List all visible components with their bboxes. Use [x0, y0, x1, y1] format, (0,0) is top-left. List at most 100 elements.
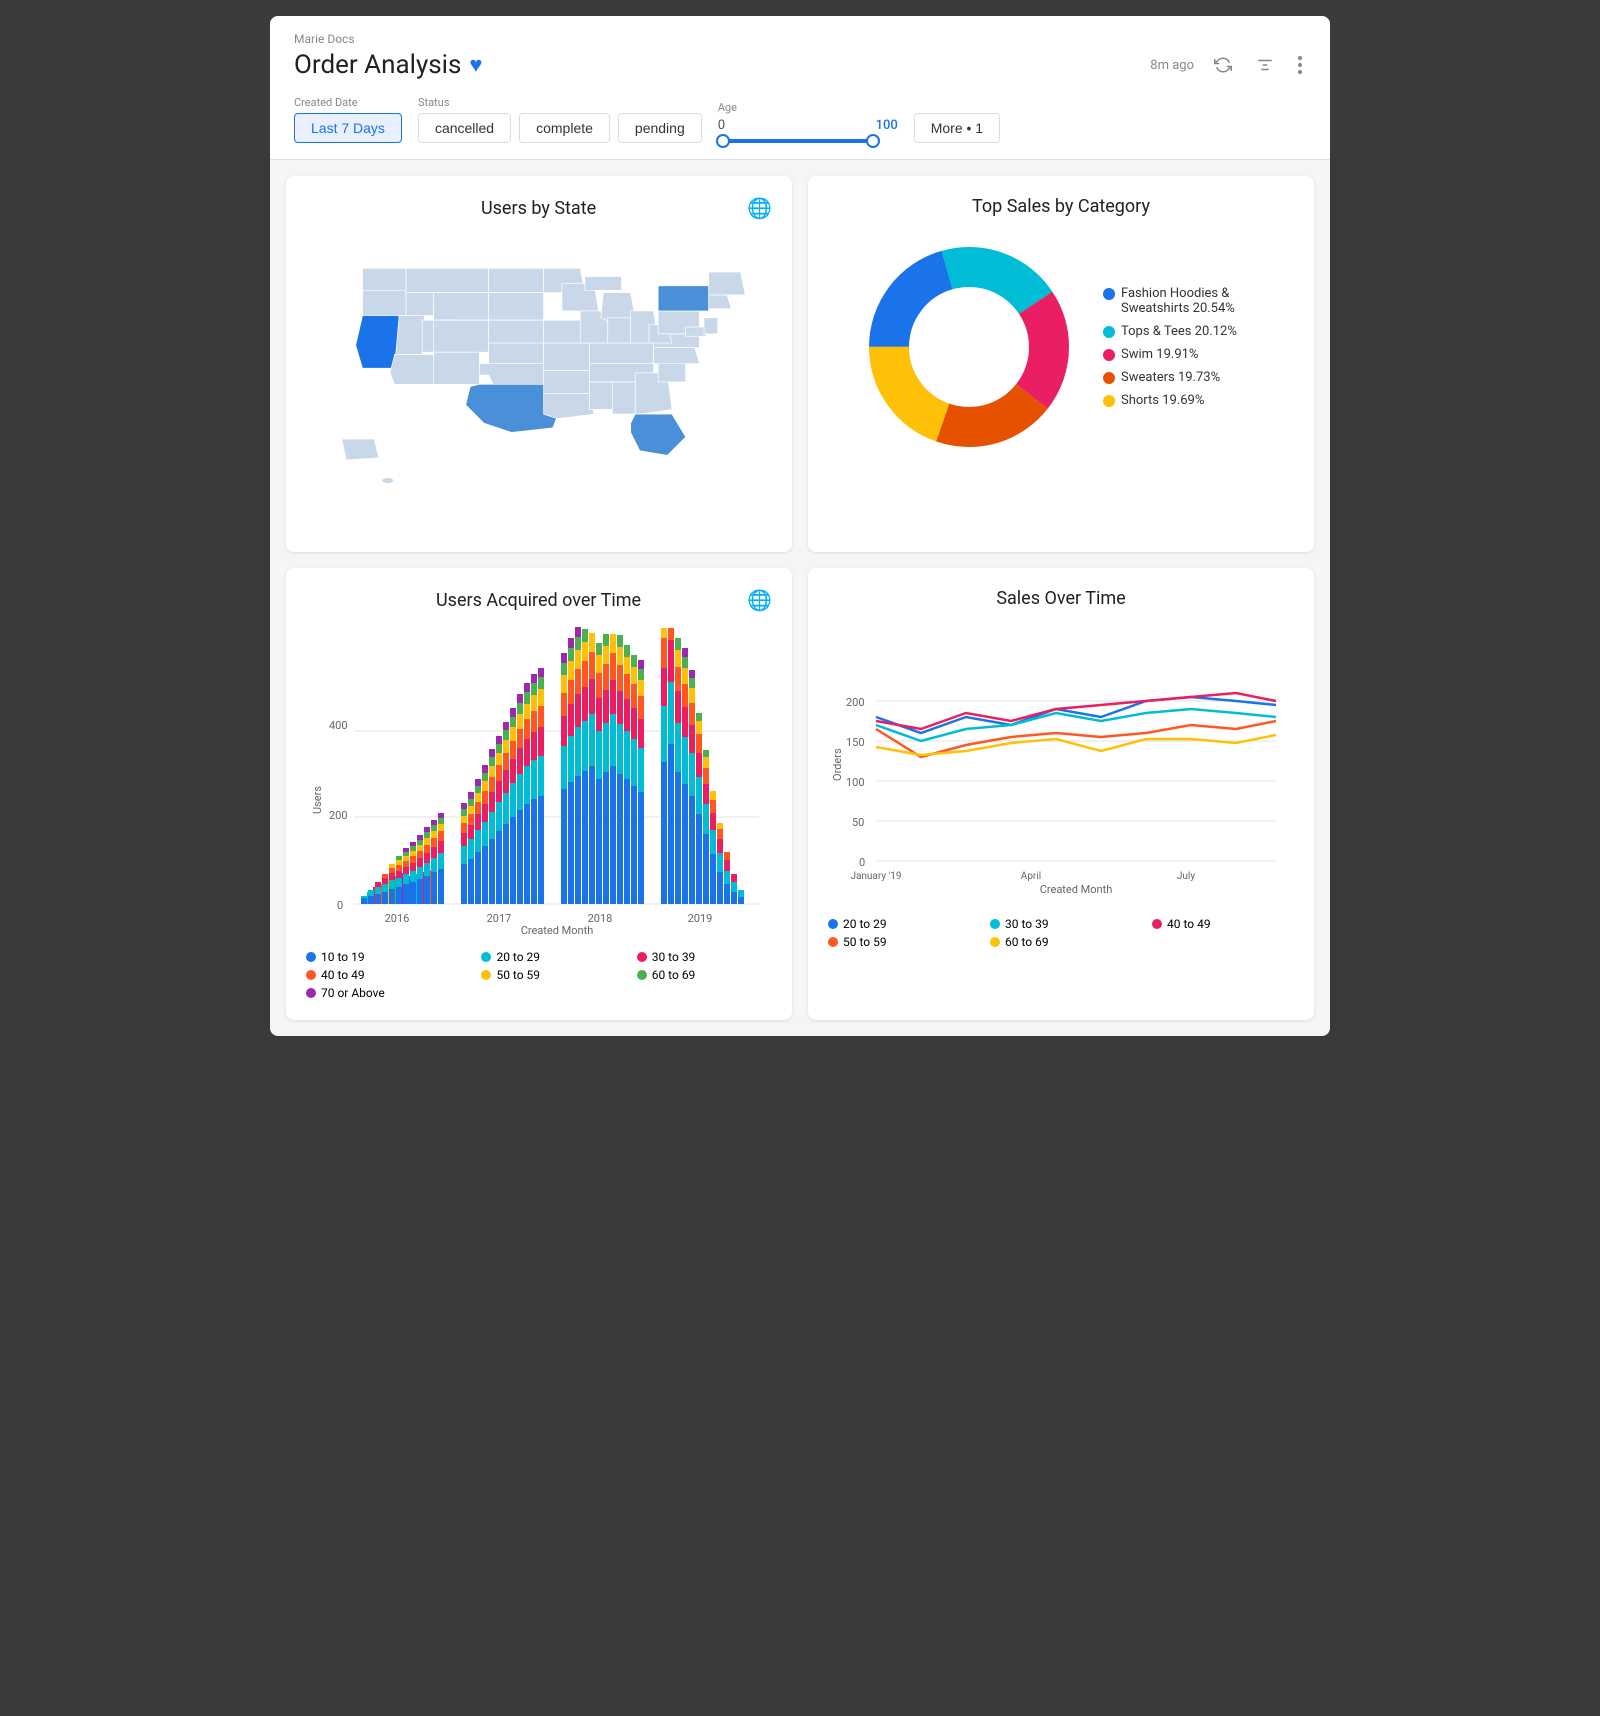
age-values: 0 100: [718, 118, 898, 133]
svg-text:0: 0: [859, 856, 865, 869]
svg-text:Created Month: Created Month: [1040, 883, 1113, 896]
line-legend-30-39-dot: [990, 919, 1000, 929]
bar-chart: 0 200 400 Users: [306, 624, 772, 934]
legend-10-19-dot: [306, 952, 316, 962]
legend-20-29: 20 to 29: [481, 950, 616, 964]
users-by-state-card: Users by State 🌐: [286, 176, 792, 552]
users-over-time-title-row: Users Acquired over Time 🌐: [306, 588, 772, 612]
age-min: 0: [718, 118, 725, 133]
line-legend-20-29: 20 to 29: [828, 917, 970, 931]
legend-40-49-label: 40 to 49: [321, 968, 365, 982]
svg-text:200: 200: [329, 809, 348, 822]
svg-text:150: 150: [846, 736, 865, 749]
status-filter-group: Status cancelled complete pending: [418, 96, 702, 143]
line-legend-60-69-dot: [990, 937, 1000, 947]
legend-60-69-dot: [637, 970, 647, 980]
legend-60-69: 60 to 69: [637, 968, 772, 982]
tops-dot: [1103, 326, 1115, 338]
age-filter-group: Age 0 100: [718, 101, 898, 143]
svg-text:100: 100: [846, 776, 865, 789]
status-label: Status: [418, 96, 702, 109]
line-legend-50-59: 50 to 59: [828, 935, 970, 949]
legend-swim: Swim 19.91%: [1103, 347, 1263, 362]
filter-button[interactable]: [1252, 52, 1278, 78]
last-7-days-chip[interactable]: Last 7 Days: [294, 113, 402, 143]
cancelled-chip[interactable]: cancelled: [418, 113, 511, 143]
svg-text:200: 200: [846, 696, 865, 709]
date-label: Created Date: [294, 96, 402, 109]
tops-label: Tops & Tees 20.12%: [1121, 324, 1237, 339]
svg-text:2016: 2016: [385, 912, 410, 925]
svg-text:January '19: January '19: [850, 871, 901, 882]
globe-icon: 🌐: [747, 196, 772, 220]
age-slider-left-thumb[interactable]: [716, 134, 730, 148]
sales-over-time-title-row: Sales Over Time: [828, 588, 1294, 609]
legend-50-59-label: 50 to 59: [496, 968, 540, 982]
legend-30-39-dot: [637, 952, 647, 962]
legend-tops: Tops & Tees 20.12%: [1103, 324, 1263, 339]
age-slider-right-thumb[interactable]: [866, 134, 880, 148]
heart-icon[interactable]: ♥: [469, 52, 482, 78]
users-over-time-card: Users Acquired over Time 🌐 0 200 400 Use…: [286, 568, 792, 1020]
line-legend-60-69-label: 60 to 69: [1005, 935, 1049, 949]
line-legend-40-49-dot: [1152, 919, 1162, 929]
legend-40-49: 40 to 49: [306, 968, 461, 982]
bar-chart-legend: 10 to 19 20 to 29 30 to 39 40 to 49 50 t…: [306, 950, 772, 1000]
age-max: 100: [876, 118, 898, 133]
legend-10-19: 10 to 19: [306, 950, 461, 964]
breadcrumb: Marie Docs: [294, 32, 1306, 46]
top-sales-card: Top Sales by Category: [808, 176, 1314, 552]
top-sales-title-row: Top Sales by Category: [828, 196, 1294, 217]
svg-text:50: 50: [852, 816, 864, 829]
dashboard-container: Marie Docs Order Analysis ♥ 8m ago: [270, 16, 1330, 1036]
svg-text:400: 400: [329, 719, 348, 732]
legend-40-49-dot: [306, 970, 316, 980]
legend-70-above-label: 70 or Above: [321, 986, 385, 1000]
date-filter-group: Created Date Last 7 Days: [294, 96, 402, 143]
legend-sweaters: Sweaters 19.73%: [1103, 370, 1263, 385]
timestamp: 8m ago: [1150, 58, 1194, 73]
users-by-state-title: Users by State: [330, 198, 747, 219]
more-options-button[interactable]: [1294, 52, 1306, 78]
sales-over-time-card: Sales Over Time 0 50 100 150 200 Orders: [808, 568, 1314, 1020]
refresh-button[interactable]: [1210, 52, 1236, 78]
age-label: Age: [718, 101, 898, 114]
legend-30-39: 30 to 39: [637, 950, 772, 964]
line-legend-40-49-label: 40 to 49: [1167, 917, 1211, 931]
legend-shorts: Shorts 19.69%: [1103, 393, 1263, 408]
pending-chip[interactable]: pending: [618, 113, 702, 143]
line-chart-legend: 20 to 29 30 to 39 40 to 49 50 to 59 60 t…: [828, 917, 1294, 949]
shorts-dot: [1103, 395, 1115, 407]
users-by-state-title-row: Users by State 🌐: [306, 196, 772, 220]
line-legend-30-39-label: 30 to 39: [1005, 917, 1049, 931]
legend-50-59: 50 to 59: [481, 968, 616, 982]
charts-grid: Users by State 🌐: [270, 160, 1330, 1036]
swim-label: Swim 19.91%: [1121, 347, 1198, 362]
svg-text:Users: Users: [311, 786, 324, 814]
line-legend-50-59-dot: [828, 937, 838, 947]
legend-50-59-dot: [481, 970, 491, 980]
legend-60-69-label: 60 to 69: [652, 968, 696, 982]
age-slider[interactable]: [718, 139, 878, 143]
legend-10-19-label: 10 to 19: [321, 950, 365, 964]
line-legend-60-69: 60 to 69: [990, 935, 1132, 949]
line-legend-20-29-dot: [828, 919, 838, 929]
date-chips: Last 7 Days: [294, 113, 402, 143]
line-legend-20-29-label: 20 to 29: [843, 917, 887, 931]
globe-icon-2: 🌐: [747, 588, 772, 612]
header: Marie Docs Order Analysis ♥ 8m ago: [270, 16, 1330, 160]
title-row: Order Analysis ♥ 8m ago: [294, 50, 1306, 80]
complete-chip[interactable]: complete: [519, 113, 610, 143]
sweaters-label: Sweaters 19.73%: [1121, 370, 1220, 385]
more-filters-button[interactable]: More • 1: [914, 113, 1000, 143]
line-legend-40-49: 40 to 49: [1152, 917, 1294, 931]
legend-fashion: Fashion Hoodies & Sweatshirts 20.54%: [1103, 286, 1263, 316]
svg-text:Created Month: Created Month: [521, 924, 594, 934]
sweaters-dot: [1103, 372, 1115, 384]
us-map-container: [306, 232, 772, 532]
swim-dot: [1103, 349, 1115, 361]
svg-text:Orders: Orders: [831, 748, 844, 781]
title-left: Order Analysis ♥: [294, 50, 482, 80]
users-over-time-title: Users Acquired over Time: [330, 590, 747, 611]
top-sales-title: Top Sales by Category: [828, 196, 1294, 217]
